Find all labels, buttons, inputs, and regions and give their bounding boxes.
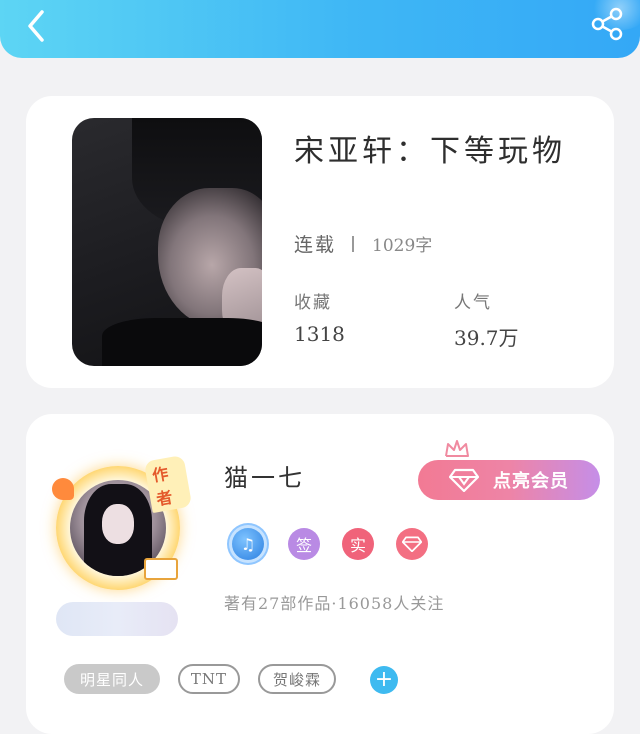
sign-badge-icon[interactable]: 签 xyxy=(288,528,320,560)
author-name[interactable]: 猫一七 xyxy=(224,458,305,493)
book-status-row: 连载 1029字 xyxy=(294,230,432,257)
tag-he-junlin[interactable]: 贺峻霖 xyxy=(258,664,336,694)
popularity-label: 人气 xyxy=(454,293,492,313)
serial-status: 连载 xyxy=(294,234,337,256)
real-name-badge-icon[interactable]: 实 xyxy=(342,528,374,560)
share-icon xyxy=(591,7,623,41)
book-decoration-icon xyxy=(144,558,178,580)
back-button[interactable] xyxy=(18,8,58,44)
author-avatar[interactable]: 作者 xyxy=(48,454,193,598)
cover-shirt xyxy=(102,318,262,366)
book-cover-image[interactable] xyxy=(72,118,262,366)
author-tag-badge: 作者 xyxy=(143,454,193,514)
top-bar xyxy=(0,0,640,58)
diamond-badge-icon[interactable] xyxy=(396,528,428,560)
tag-tnt[interactable]: TNT xyxy=(178,664,240,694)
favorites-value: 1318 xyxy=(294,322,345,346)
activate-vip-button[interactable]: 点亮会员 xyxy=(418,460,600,500)
author-info-card: 作者 猫一七 点亮会员 ♫ 签 实 著有27部作品·16058人关注 明星同人 … xyxy=(26,414,614,734)
diamond-icon xyxy=(449,468,479,492)
avatar-face xyxy=(102,504,134,544)
chevron-left-icon xyxy=(28,10,44,42)
vip-button-label: 点亮会员 xyxy=(493,471,569,492)
book-info-card: 宋亚轩：下等玩物 连载 1029字 收藏 1318 人气 39.7万 xyxy=(26,96,614,388)
tag-celebrity-fanfic[interactable]: 明星同人 xyxy=(64,664,160,694)
book-title: 宋亚轩：下等玩物 xyxy=(294,134,566,169)
word-count: 1029字 xyxy=(372,236,433,256)
blurred-nickname xyxy=(56,602,178,636)
favorites-label: 收藏 xyxy=(294,293,332,313)
works-and-followers: 著有27部作品·16058人关注 xyxy=(224,594,445,613)
diamond-icon xyxy=(402,536,422,552)
share-button[interactable] xyxy=(588,6,628,42)
crown-icon xyxy=(445,440,469,457)
status-divider xyxy=(352,235,355,252)
popularity-value: 39.7万 xyxy=(454,326,519,350)
music-note-badge-icon[interactable]: ♫ xyxy=(232,528,264,560)
avatar-decoration xyxy=(52,478,74,500)
add-tag-button[interactable]: + xyxy=(370,666,398,694)
